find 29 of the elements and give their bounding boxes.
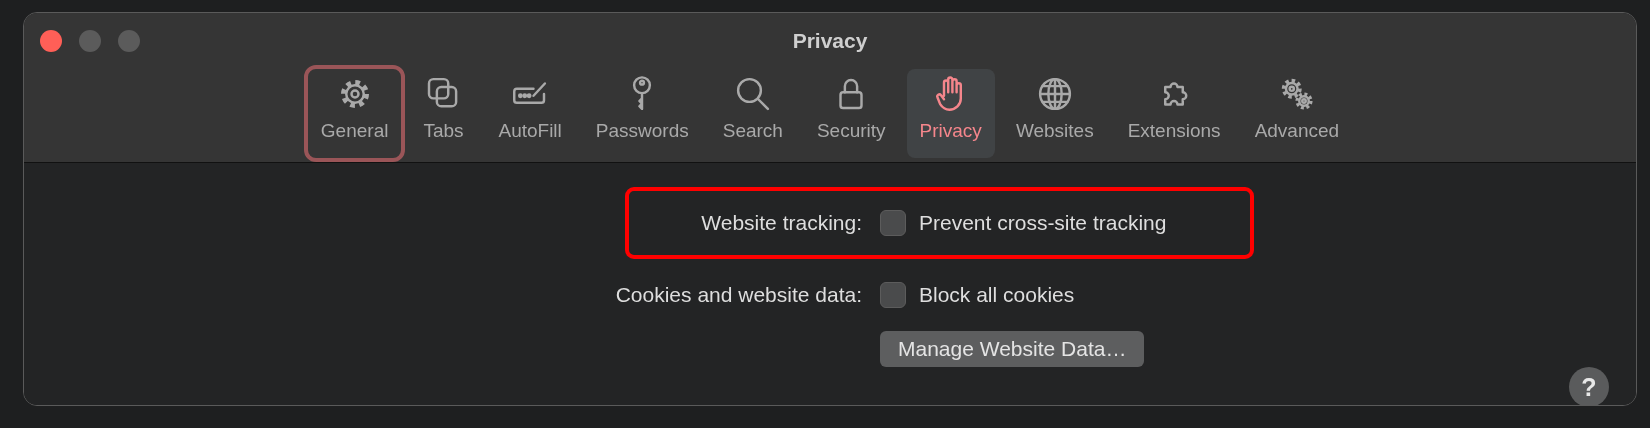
toolbar-tab[interactable]: Search	[705, 65, 800, 162]
checkbox[interactable]	[880, 282, 906, 308]
manage-data-button[interactable]: Manage Website Data…	[880, 331, 1145, 367]
setting-label: Cookies and website data:	[615, 283, 862, 306]
toolbar-tab[interactable]: General	[303, 65, 406, 162]
setting-label: Website tracking:	[701, 211, 862, 234]
squares-icon	[428, 77, 458, 108]
checkbox-label[interactable]: Prevent cross-site tracking	[919, 205, 1167, 241]
close-window-button[interactable]	[40, 30, 62, 52]
search-icon	[736, 77, 769, 111]
help-button[interactable]: ?	[1569, 367, 1609, 405]
checkbox-label[interactable]: Block all cookies	[919, 277, 1075, 313]
toolbar-tab[interactable]: Tabs	[405, 65, 482, 162]
toolbar-tab[interactable]: Extensions	[1110, 65, 1238, 162]
hand-icon	[935, 76, 962, 111]
key-icon	[633, 76, 652, 111]
gear-icon	[340, 80, 369, 108]
window-title: Privacy	[791, 28, 869, 54]
toolbar-tab[interactable]: Security	[799, 65, 903, 162]
toolbar-tab[interactable]: Passwords	[578, 65, 706, 162]
gears-icon	[1281, 78, 1313, 110]
toolbar-tab[interactable]: Advanced	[1237, 65, 1357, 162]
lock-icon	[839, 78, 863, 110]
pencil-field-icon	[513, 82, 547, 104]
toolbar-tab[interactable]: AutoFill	[481, 65, 579, 162]
puzzle-icon	[1164, 82, 1188, 106]
toolbar-tab[interactable]: Websites	[998, 65, 1111, 162]
checkbox[interactable]	[880, 210, 906, 236]
globe-icon	[1038, 77, 1071, 111]
